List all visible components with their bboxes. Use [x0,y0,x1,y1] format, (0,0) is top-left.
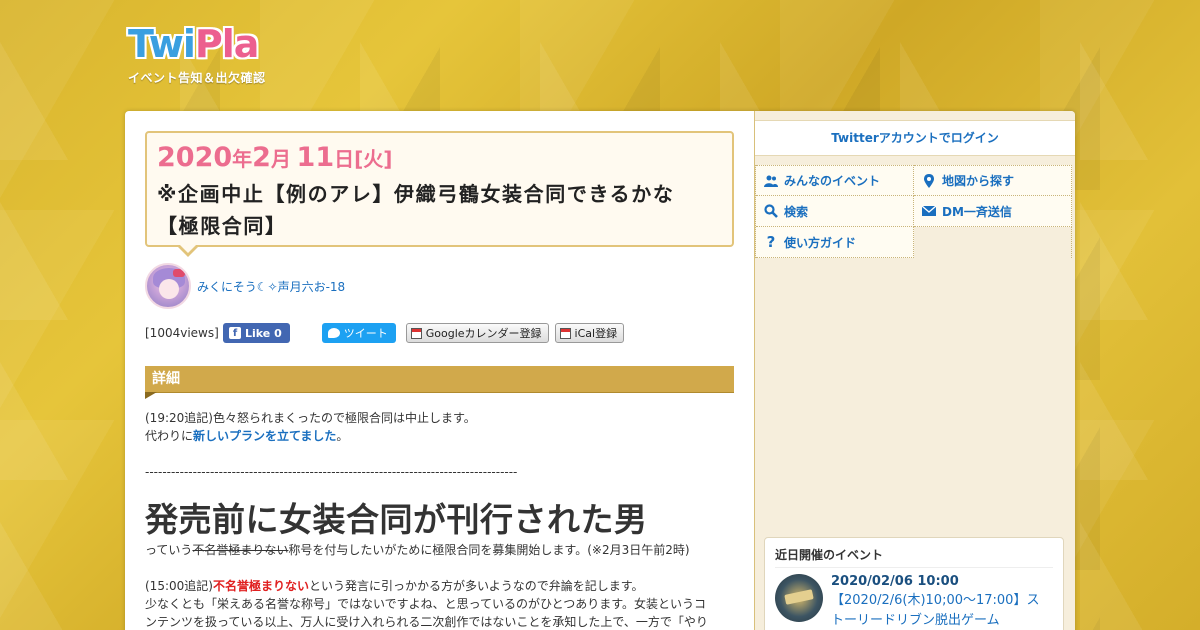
logo-tagline: イベント告知＆出欠確認 [128,71,266,85]
ical-label: iCal登録 [574,327,618,340]
organizer-avatar[interactable] [145,263,191,309]
google-calendar-label: Googleカレンダー登録 [425,327,542,340]
nav-item-dm[interactable]: DM一斉送信 [914,196,1072,227]
date-day: 11 [296,142,335,173]
details-line: 少なくとも「栄えある名誉な称号」ではないですよね、と思っているのがひとつあります… [145,597,707,611]
details-text: (15:00追記) [145,579,213,593]
nav-item-map-search[interactable]: 地図から探す [914,165,1072,196]
logo-pla: Pla [194,22,260,66]
upcoming-event-item[interactable]: 2020/02/06 10:00 【2020/2/6(木)10;00〜17:00… [775,574,1053,630]
upcoming-events: 近日開催のイベント 2020/02/06 10:00 【2020/2/6(木)1… [764,537,1064,630]
organizer: みくにそう☾✧声月六お-18 [145,263,734,309]
ical-button[interactable]: iCal登録 [554,323,625,343]
upcoming-event-title-line: 【2020/2/6(木)10;00〜17:00】ス [831,593,1040,608]
main-panel: 2020年2月 11日[火] ※企画中止【例のアレ】伊織弓鶴女装合同できるかな … [125,111,1075,630]
details-line: 代わりに新しいプランを立てました。 [145,427,734,445]
event-content: 2020年2月 11日[火] ※企画中止【例のアレ】伊織弓鶴女装合同できるかな … [125,111,755,630]
event-date: 2020年2月 11日[火] [157,141,722,178]
details-text: 。 [336,429,349,443]
calendar-icon [410,327,422,339]
nav-label: 地図から探す [942,174,1015,188]
twitter-login-button[interactable]: Twitterアカウントでログイン [755,120,1075,156]
strikethrough-text: 不名誉極まりない [192,543,289,557]
nav-label: 検索 [784,204,809,219]
details-text: っていう [145,543,193,557]
event-title-line1: ※企画中止【例のアレ】伊織弓鶴女装合同できるかな [157,182,675,206]
mail-icon [921,204,937,218]
avatar-bow [173,269,185,277]
event-thumbnail[interactable] [775,574,823,622]
organizer-name-link[interactable]: みくにそう☾✧声月六お-18 [197,278,345,295]
nav-label: DM一斉送信 [942,204,1012,219]
logo-twi: Twi [128,22,196,66]
tweet-label: ツイート [343,327,388,340]
search-icon [764,204,778,218]
view-count: [1004views] [145,326,219,340]
details-line: ンテンツを扱っている以上、万人に受け入れられる二次創作ではないことを承知した上で… [145,615,708,629]
help-icon: ? [766,233,776,251]
date-year-suffix: 年 [232,147,253,171]
date-weekday: [火] [354,147,393,171]
date-month-suffix: 月 [270,147,291,171]
event-title-box: 2020年2月 11日[火] ※企画中止【例のアレ】伊織弓鶴女装合同できるかな … [145,131,734,257]
facebook-like-label: Like 0 [245,326,282,340]
avatar-face [159,279,179,299]
logo-wordmark: TwiPla [128,22,266,66]
twitter-bird-icon [327,328,340,338]
upcoming-event-date: 2020/02/06 10:00 [831,574,959,589]
map-pin-icon [922,173,936,188]
highlighted-text: 不名誉極まりない [212,579,309,593]
details-header: 詳細 [145,366,734,399]
details-text: という発言に引っかかる方が多いようなので弁論を記します。 [308,579,644,593]
details-body: (19:20追記)色々怒られまくったので極限合同は中止します。 代わりに新しいプ… [145,409,734,630]
calendar-icon [559,327,571,339]
nav-item-guide[interactable]: ? 使い方ガイド [756,227,914,258]
details-line: っていう不名誉極まりない称号を付与したいがために極限合同を募集開始します。(※2… [145,541,734,559]
sidebar: Twitterアカウントでログイン みんなのイベント 地図から探す 検索 DM一… [755,111,1075,630]
google-calendar-button[interactable]: Googleカレンダー登録 [405,323,549,343]
details-text: 代わりに [145,429,194,443]
event-title-line2: 【極限合同】 [157,214,287,238]
event-title: ※企画中止【例のアレ】伊織弓鶴女装合同できるかな 【極限合同】 [157,178,722,242]
sidebar-nav: みんなのイベント 地図から探す 検索 DM一斉送信 ? 使い方ガイド [755,165,1075,258]
nav-item-everyone-events[interactable]: みんなのイベント [756,165,914,196]
date-month: 2 [252,142,271,173]
upcoming-event-title-line: トーリードリブン脱出ゲーム [831,613,1000,628]
tweet-button[interactable]: ツイート [321,323,396,343]
site-logo[interactable]: TwiPla イベント告知＆出欠確認 [128,22,266,86]
details-heading: 発売前に女装合同が刊行された男 [145,500,648,539]
nav-label: みんなのイベント [784,174,881,188]
nav-item-search[interactable]: 検索 [756,196,914,227]
details-line: (19:20追記)色々怒られまくったので極限合同は中止します。 [145,411,476,425]
nav-label: 使い方ガイド [784,235,857,250]
users-icon [764,174,778,188]
date-year: 2020 [157,142,233,173]
divider-dashes: ----------------------------------------… [145,465,518,479]
upcoming-title: 近日開催のイベント [775,546,1053,568]
date-day-suffix: 日 [334,147,355,171]
facebook-like-button[interactable]: f Like 0 [223,323,290,343]
share-row: [1004views] f Like 0 ツイート Googleカレンダー登録 … [145,323,734,343]
details-text: 称号を付与したいがために極限合同を募集開始します。(※2月3日午前2時) [288,543,690,557]
facebook-icon: f [229,327,241,339]
details-line: (15:00追記)不名誉極まりないという発言に引っかかる方が多いようなので弁論を… [145,577,734,595]
new-plan-link[interactable]: 新しいプランを立てました [193,429,336,443]
nav-empty-cell [914,227,1072,258]
upcoming-event-title-link[interactable]: 【2020/2/6(木)10;00〜17:00】ス トーリードリブン脱出ゲーム [831,591,1039,630]
upcoming-event-info: 2020/02/06 10:00 【2020/2/6(木)10;00〜17:00… [831,574,1039,630]
